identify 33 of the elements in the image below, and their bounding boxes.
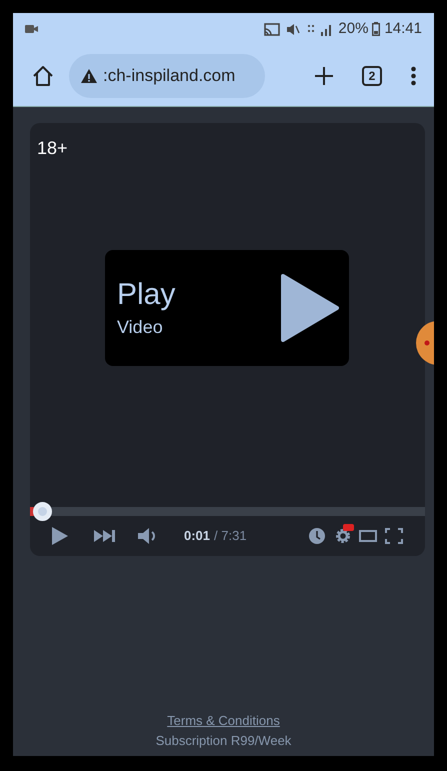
more-icon — [410, 66, 416, 86]
play-icon — [279, 274, 339, 342]
camera-icon — [25, 24, 39, 34]
clock: 14:41 — [384, 18, 422, 39]
play-icon[interactable] — [52, 527, 68, 545]
home-icon — [32, 64, 54, 86]
address-bar[interactable]: :ch-inspiland.com — [69, 54, 265, 98]
settings-icon[interactable] — [335, 528, 351, 544]
terms-link[interactable]: Terms & Conditions — [167, 711, 280, 730]
battery-icon — [372, 22, 380, 36]
clock-icon[interactable] — [309, 528, 325, 544]
battery-percent: 20% — [338, 18, 368, 39]
current-time: 0:01 — [184, 527, 210, 546]
theater-mode-icon[interactable] — [359, 530, 377, 542]
cast-icon — [264, 22, 280, 36]
floating-bubble-icon[interactable] — [416, 321, 434, 365]
duration: / 7:31 — [214, 527, 247, 546]
tab-count-button[interactable]: 2 — [362, 66, 382, 86]
play-subtitle: Video — [117, 316, 163, 338]
progress-thumb[interactable] — [32, 502, 52, 521]
menu-button[interactable] — [410, 66, 416, 86]
progress-slider[interactable] — [30, 502, 425, 521]
subscription-note: Subscription R99/Week — [156, 732, 292, 750]
url-text: :ch-inspiland.com — [103, 64, 236, 87]
play-video-button[interactable]: Play Video — [105, 250, 349, 366]
play-title: Play — [117, 276, 176, 312]
warning-icon — [81, 68, 97, 82]
fullscreen-icon[interactable] — [385, 528, 403, 544]
mute-icon — [286, 22, 300, 36]
age-rating-label: 18+ — [37, 138, 68, 158]
plus-icon — [314, 66, 334, 86]
skip-next-icon[interactable] — [94, 530, 116, 542]
home-button[interactable] — [31, 64, 55, 88]
